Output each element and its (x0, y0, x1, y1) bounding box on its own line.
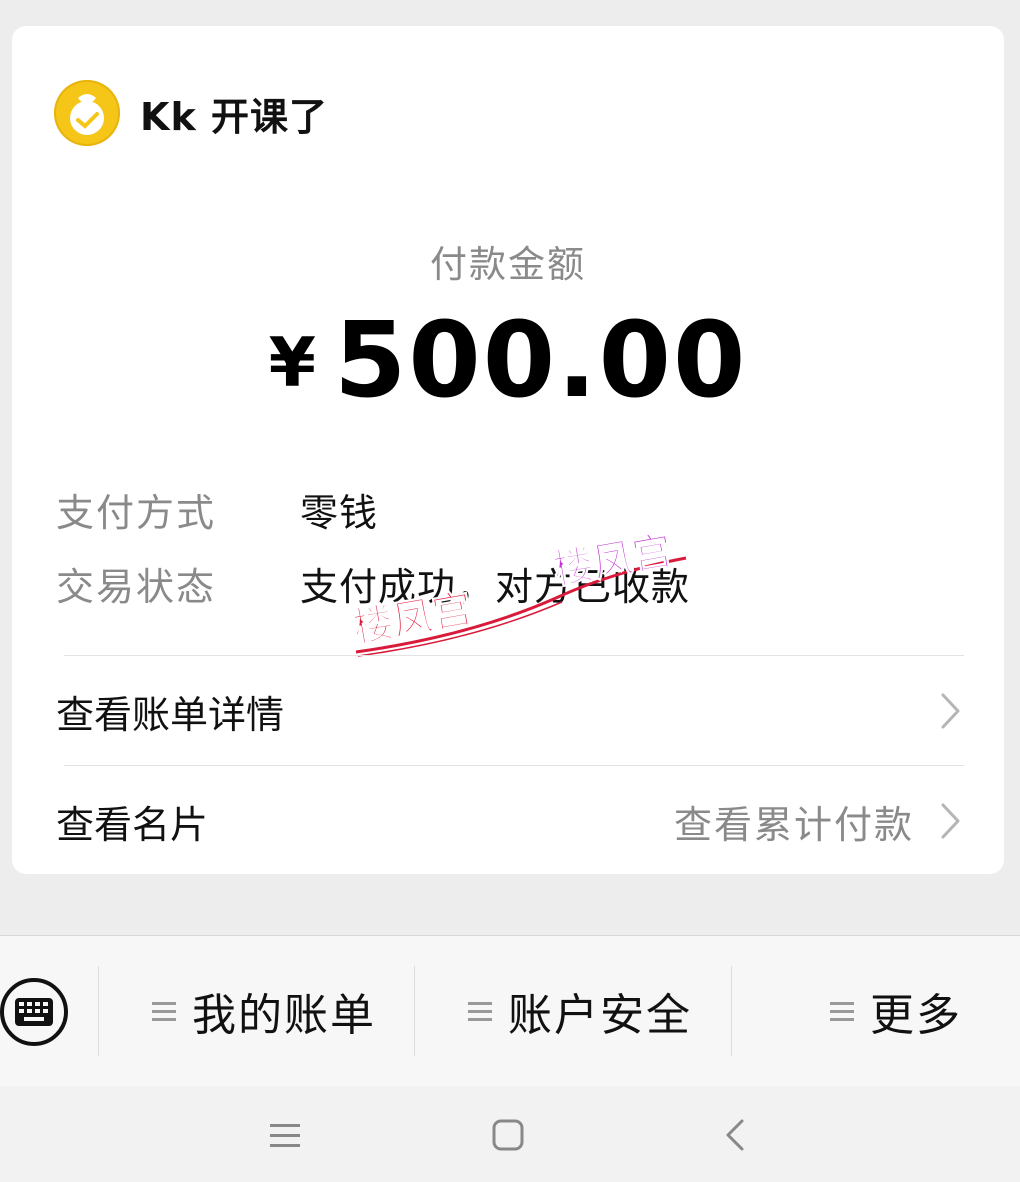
keyboard-icon[interactable] (0, 976, 72, 1048)
menu-my-bills-label: 我的账单 (192, 990, 376, 1041)
kk-logo-icon (54, 80, 120, 146)
menu-account-security[interactable]: 账户安全 (468, 936, 692, 1086)
system-navigation-bar (0, 1086, 1020, 1182)
transaction-status-row: 交易状态 支付成功，对方已收款 (56, 556, 690, 611)
bill-details-link[interactable]: 查看账单详情 (56, 676, 962, 746)
cumulative-payment-link[interactable]: 查看累计付款 (674, 794, 962, 849)
bill-details-label: 查看账单详情 (56, 692, 285, 737)
menu-my-bills[interactable]: 我的账单 (152, 936, 376, 1086)
currency-symbol: ¥ (268, 324, 318, 403)
menu-list-icon (468, 1002, 492, 1021)
merchant-name: Kk 开课了 (140, 94, 328, 139)
menu-more-label: 更多 (870, 990, 962, 1041)
home-icon[interactable] (491, 1118, 525, 1152)
amount-value: 500.00 (334, 299, 748, 421)
chevron-right-icon (941, 693, 960, 729)
divider (64, 765, 964, 766)
menu-more[interactable]: 更多 (830, 936, 962, 1086)
back-icon[interactable] (722, 1118, 750, 1152)
amount-label: 付款金额 (430, 243, 586, 286)
payment-method-row: 支付方式 零钱 (56, 482, 378, 537)
menu-separator (731, 966, 732, 1056)
business-card-link[interactable]: 查看名片 查看累计付款 (56, 786, 962, 856)
menu-list-icon (830, 1002, 854, 1021)
menu-separator (414, 966, 415, 1056)
payment-method-value: 零钱 (300, 491, 379, 535)
transaction-status-label: 交易状态 (56, 565, 217, 609)
menu-account-security-label: 账户安全 (508, 990, 692, 1041)
payment-method-label: 支付方式 (56, 491, 217, 535)
menu-separator (98, 966, 99, 1056)
payment-amount: ¥500.00 (12, 308, 1004, 412)
menu-icon[interactable] (268, 1118, 302, 1152)
merchant-header[interactable]: Kk 开课了 (54, 80, 328, 146)
payment-card: Kk 开课了 付款金额 ¥500.00 支付方式 零钱 交易状态 支付成功，对方… (12, 26, 1004, 874)
business-card-label: 查看名片 (56, 802, 209, 847)
divider (64, 655, 964, 656)
cumulative-payment-label: 查看累计付款 (673, 802, 914, 847)
menu-list-icon (152, 1002, 176, 1021)
service-menu-bar: 我的账单 账户安全 更多 (0, 935, 1020, 1087)
transaction-status-value: 支付成功，对方已收款 (300, 565, 691, 609)
chevron-right-icon (941, 803, 960, 839)
